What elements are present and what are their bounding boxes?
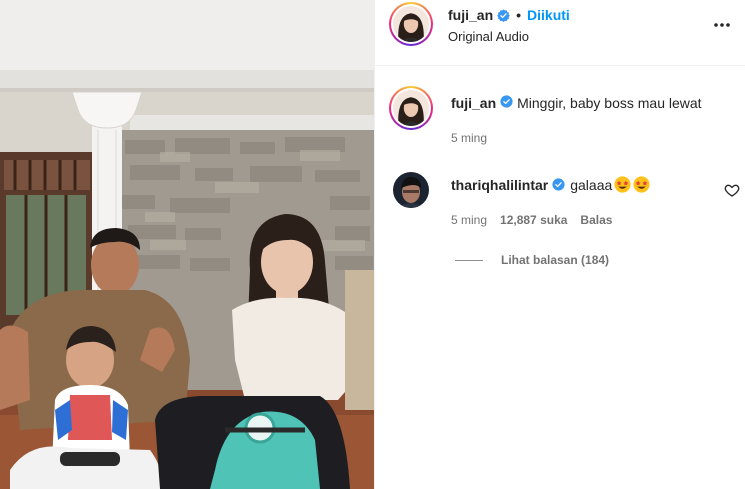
commenter-avatar[interactable] <box>393 172 429 208</box>
commenter-username[interactable]: thariqhalilintar <box>451 177 548 193</box>
verified-badge-icon <box>500 95 513 108</box>
more-horizontal-icon <box>714 23 730 27</box>
comment-like-button[interactable] <box>724 182 740 198</box>
replies-divider-line <box>455 259 483 261</box>
video-frame <box>0 0 374 489</box>
author-username[interactable]: fuji_an <box>448 7 493 23</box>
video-player[interactable] <box>0 0 374 489</box>
following-button[interactable]: Diikuti <box>527 7 570 23</box>
audio-link[interactable]: Original Audio <box>448 29 529 44</box>
star-struck-emoji-icon <box>614 176 631 193</box>
commenter-avatar-image <box>393 172 429 208</box>
view-replies-label: Lihat balasan (184) <box>501 253 610 267</box>
heart-outline-icon <box>724 184 740 197</box>
view-replies-button[interactable]: Lihat balasan (184) <box>455 253 609 267</box>
author-avatar-image <box>393 6 429 42</box>
caption-text: Minggir, baby boss mau lewat <box>517 95 702 111</box>
more-options-button[interactable] <box>712 15 732 35</box>
caption-username[interactable]: fuji_an <box>451 95 496 111</box>
reply-button[interactable]: Balas <box>580 213 612 227</box>
caption-timestamp[interactable]: 5 ming <box>451 131 487 145</box>
comment-text: galaaa <box>570 176 613 193</box>
post-details-panel: fuji_an • Diikuti Original Audio fuji_an… <box>374 0 745 489</box>
verified-badge-icon <box>552 178 565 191</box>
caption-author-avatar[interactable] <box>389 86 433 130</box>
comment-timestamp[interactable]: 5 ming <box>451 213 487 227</box>
comment-like-count[interactable]: 12,887 suka <box>500 213 567 227</box>
star-struck-emoji-icon <box>633 176 650 193</box>
verified-badge-icon <box>497 8 510 22</box>
author-avatar[interactable] <box>389 2 433 46</box>
separator-dot: • <box>516 7 522 23</box>
caption-avatar-image <box>393 90 429 126</box>
post-header: fuji_an • Diikuti Original Audio <box>375 0 745 66</box>
